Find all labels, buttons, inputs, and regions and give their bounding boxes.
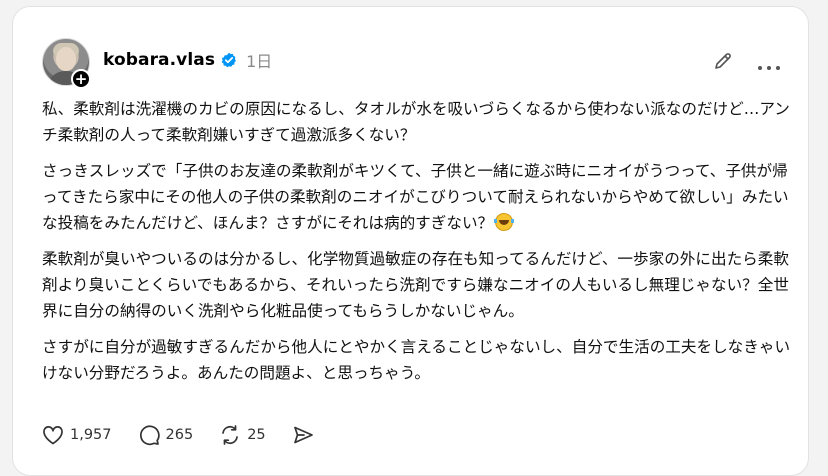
edit-icon[interactable] bbox=[713, 51, 733, 71]
like-button[interactable]: 1,957 bbox=[42, 425, 112, 445]
post-paragraph-2: さっきスレッズで「子供のお友達の柔軟剤がキツくて、子供と一緒に遊ぶ時にニオイがう… bbox=[42, 158, 794, 236]
comment-icon bbox=[139, 425, 160, 446]
verified-badge-icon bbox=[221, 52, 237, 68]
avatar-container[interactable]: + bbox=[42, 38, 91, 89]
post-body: 私、柔軟剤は洗濯機のカビの原因になるし、タオルが水を吸いづらくなるから使わない派… bbox=[42, 96, 794, 396]
thread-post-card: + kobara.vlas 1日 私、柔軟剤は洗濯機のカビの原因になるし、タオル… bbox=[12, 6, 809, 476]
post-header: kobara.vlas 1日 bbox=[103, 49, 272, 71]
repost-icon bbox=[222, 425, 239, 445]
repost-button[interactable]: 25 bbox=[219, 424, 266, 446]
heart-icon bbox=[43, 426, 63, 445]
reply-button[interactable]: 265 bbox=[138, 424, 194, 446]
post-paragraph-4: さすがに自分が過敏すぎるんだから他人にとやかく言えることじゃないし、自分で生活の… bbox=[42, 338, 791, 382]
action-bar: 1,957 265 25 bbox=[42, 422, 346, 448]
post-timestamp[interactable]: 1日 bbox=[246, 48, 272, 72]
post-paragraph-3: 柔軟剤が臭いやついるのは分かるし、化学物質過敏症の存在も知ってるんだけど、一歩家… bbox=[42, 250, 789, 320]
reply-count: 265 bbox=[165, 427, 194, 443]
post-paragraph-2-text: さっきスレッズで「子供のお友達の柔軟剤がキツくて、子供と一緒に遊ぶ時にニオイがう… bbox=[42, 162, 789, 232]
share-icon bbox=[293, 426, 313, 444]
share-button[interactable] bbox=[292, 425, 320, 445]
follow-plus-icon[interactable]: + bbox=[71, 69, 91, 89]
post-paragraph-1: 私、柔軟剤は洗濯機のカビの原因になるし、タオルが水を吸いづらくなるから使わない派… bbox=[42, 100, 790, 144]
laughing-emoji-icon bbox=[494, 213, 515, 231]
username-link[interactable]: kobara.vlas bbox=[103, 50, 215, 70]
like-count: 1,957 bbox=[70, 427, 112, 443]
more-icon[interactable] bbox=[757, 57, 781, 70]
repost-count: 25 bbox=[247, 427, 266, 443]
